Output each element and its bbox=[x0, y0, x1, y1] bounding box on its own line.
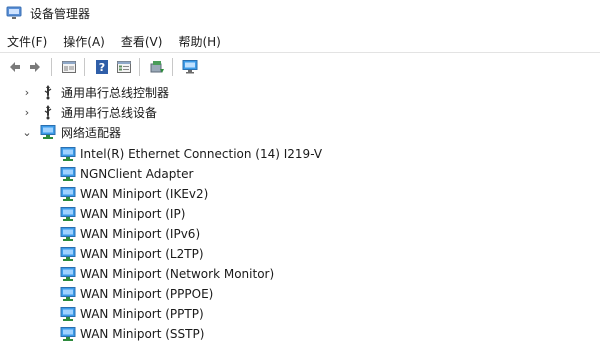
tree-device-item[interactable]: WAN Miniport (PPTP) bbox=[0, 304, 600, 324]
back-arrow-icon bbox=[10, 61, 20, 72]
network-adapter-icon bbox=[60, 187, 76, 201]
network-adapter-icon bbox=[40, 125, 56, 139]
details-view-icon bbox=[117, 60, 131, 73]
title-bar: 设备管理器 bbox=[0, 0, 600, 26]
tree-device-label: WAN Miniport (PPTP) bbox=[80, 307, 204, 321]
tree-device-item[interactable]: WAN Miniport (IPv6) bbox=[0, 224, 600, 244]
details-view-button[interactable] bbox=[114, 57, 134, 77]
tree-category-usb-devices[interactable]: › 通用串行总线设备 bbox=[0, 102, 600, 122]
chevron-right-icon[interactable]: › bbox=[22, 106, 32, 119]
help-button[interactable]: ? bbox=[92, 57, 112, 77]
tree-device-label: NGNClient Adapter bbox=[80, 167, 194, 181]
menu-help[interactable]: 帮助(H) bbox=[170, 33, 228, 50]
usb-icon bbox=[44, 105, 52, 120]
tree-category-label: 通用串行总线控制器 bbox=[61, 85, 170, 100]
toolbar-separator bbox=[139, 57, 140, 76]
tree-device-label: WAN Miniport (L2TP) bbox=[80, 247, 204, 261]
network-adapter-icon bbox=[60, 327, 76, 341]
tree-device-label: WAN Miniport (PPPOE) bbox=[80, 287, 214, 301]
tree-device-label: WAN Miniport (Network Monitor) bbox=[80, 267, 275, 281]
tree-device-label: Intel(R) Ethernet Connection (14) I219-V bbox=[80, 147, 323, 161]
toolbar-separator bbox=[84, 57, 85, 76]
window-title: 设备管理器 bbox=[30, 6, 91, 21]
tree-device-item[interactable]: WAN Miniport (Network Monitor) bbox=[0, 264, 600, 284]
tree-device-item[interactable]: Intel(R) Ethernet Connection (14) I219-V bbox=[0, 144, 600, 164]
tree-category-label: 通用串行总线设备 bbox=[61, 105, 158, 120]
tree-device-item[interactable]: WAN Miniport (SSTP) bbox=[0, 324, 600, 344]
properties-button[interactable] bbox=[59, 57, 79, 77]
network-adapter-icon bbox=[60, 247, 76, 261]
forward-button[interactable] bbox=[26, 57, 46, 77]
tree-device-item[interactable]: WAN Miniport (IKEv2) bbox=[0, 184, 600, 204]
tree-device-label: WAN Miniport (IP) bbox=[80, 207, 186, 221]
tree-category-label: 网络适配器 bbox=[61, 125, 122, 140]
device-tree: › 通用串行总线控制器 › 通用串行总线设备 ⌄ 网络适配器 Intel(R) … bbox=[0, 82, 600, 346]
network-adapter-icon bbox=[60, 167, 76, 181]
scan-hardware-icon bbox=[182, 59, 198, 73]
properties-icon bbox=[62, 60, 76, 73]
tree-device-item[interactable]: WAN Miniport (L2TP) bbox=[0, 244, 600, 264]
usb-icon bbox=[44, 85, 52, 100]
chevron-right-icon[interactable]: › bbox=[22, 86, 32, 99]
svg-text:?: ? bbox=[99, 61, 105, 74]
tree-device-label: WAN Miniport (IKEv2) bbox=[80, 187, 209, 201]
menu-file[interactable]: 文件(F) bbox=[0, 33, 55, 50]
toolbar-separator bbox=[51, 57, 52, 76]
menu-view[interactable]: 查看(V) bbox=[113, 33, 171, 50]
device-manager-icon bbox=[6, 6, 22, 19]
network-adapter-icon bbox=[60, 227, 76, 241]
tree-device-item[interactable]: WAN Miniport (PPPOE) bbox=[0, 284, 600, 304]
tree-device-item[interactable]: NGNClient Adapter bbox=[0, 164, 600, 184]
network-adapter-icon bbox=[60, 287, 76, 301]
update-driver-button[interactable] bbox=[147, 57, 167, 77]
toolbar-divider bbox=[0, 52, 600, 53]
tree-category-usb-controllers[interactable]: › 通用串行总线控制器 bbox=[0, 82, 600, 102]
toolbar: ? bbox=[0, 54, 600, 79]
tree-device-label: WAN Miniport (IPv6) bbox=[80, 227, 201, 241]
network-adapter-icon bbox=[60, 147, 76, 161]
back-button[interactable] bbox=[4, 57, 24, 77]
help-icon: ? bbox=[96, 59, 108, 74]
network-adapter-icon bbox=[60, 307, 76, 321]
toolbar-separator bbox=[172, 57, 173, 76]
network-adapter-icon bbox=[60, 207, 76, 221]
menu-action[interactable]: 操作(A) bbox=[55, 33, 113, 50]
chevron-down-icon[interactable]: ⌄ bbox=[22, 126, 32, 139]
tree-category-network-adapters[interactable]: ⌄ 网络适配器 bbox=[0, 122, 600, 142]
network-adapter-icon bbox=[60, 267, 76, 281]
forward-arrow-icon bbox=[30, 61, 40, 72]
tree-device-item[interactable]: WAN Miniport (IP) bbox=[0, 204, 600, 224]
menu-bar: 文件(F) 操作(A) 查看(V) 帮助(H) bbox=[0, 30, 600, 52]
update-driver-icon bbox=[150, 60, 164, 73]
tree-device-label: WAN Miniport (SSTP) bbox=[80, 327, 205, 341]
scan-hardware-button[interactable] bbox=[180, 57, 200, 77]
